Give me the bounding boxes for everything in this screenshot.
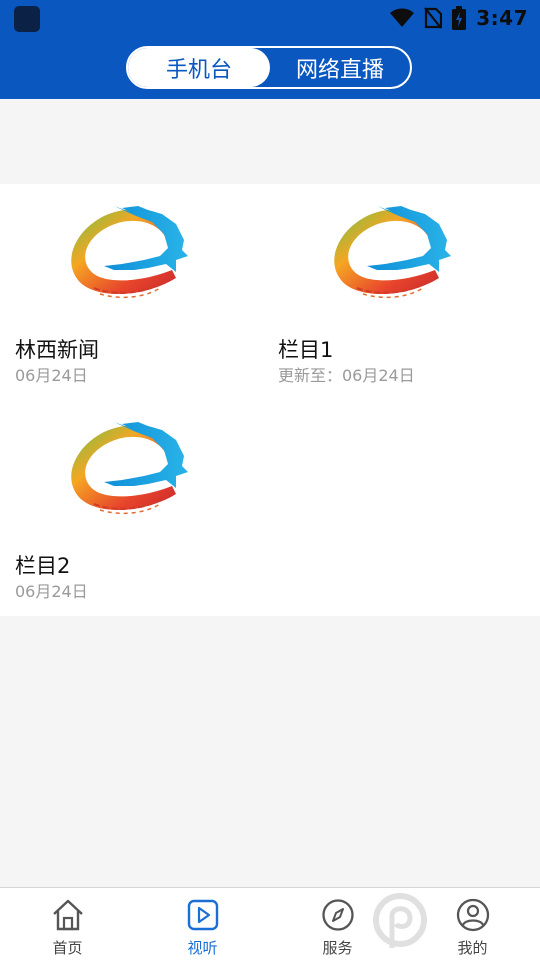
- status-bar: 3:47: [0, 0, 540, 36]
- status-icons: 3:47: [390, 4, 528, 32]
- segment-live-stream[interactable]: 网络直播: [270, 48, 410, 87]
- banner-placeholder: [0, 99, 540, 184]
- tab-services-label: 服务: [322, 939, 353, 957]
- station-logo-icon: [333, 205, 451, 299]
- program-title: 林西新闻: [15, 338, 99, 362]
- play-icon: [187, 899, 218, 931]
- bottom-tab-bar: 首页 视听 服务 我的: [0, 887, 540, 960]
- program-card[interactable]: 林西新闻 06月24日: [0, 184, 250, 400]
- battery-charging-icon: [452, 6, 467, 30]
- tab-profile-label: 我的: [457, 939, 488, 957]
- tab-home[interactable]: 首页: [0, 888, 135, 960]
- no-sim-icon: [424, 7, 443, 29]
- segment-mobile-tv[interactable]: 手机台: [128, 48, 270, 87]
- program-title: 栏目2: [15, 554, 71, 578]
- program-date: 更新至：06月24日: [278, 366, 415, 385]
- program-title: 栏目1: [278, 338, 334, 362]
- station-logo-icon: [70, 205, 188, 299]
- wifi-icon: [390, 8, 415, 27]
- station-logo-icon: [70, 421, 188, 515]
- tab-audiovisual-label: 视听: [187, 939, 218, 957]
- program-card[interactable]: 栏目1 更新至：06月24日: [263, 184, 513, 400]
- program-card[interactable]: 栏目2 06月24日: [0, 400, 250, 616]
- home-icon: [52, 899, 83, 931]
- tab-services[interactable]: 服务: [270, 888, 405, 960]
- program-grid: 林西新闻 06月24日 栏目1 更新至：06月24日 栏目2 06月24日: [0, 184, 540, 616]
- tab-audiovisual[interactable]: 视听: [135, 888, 270, 960]
- user-icon: [456, 898, 489, 932]
- channel-segmented-control: 手机台 网络直播: [126, 46, 412, 89]
- app-header: 3:47 手机台 网络直播: [0, 0, 540, 99]
- app-icon: [14, 6, 40, 32]
- tab-home-label: 首页: [52, 939, 83, 957]
- compass-icon: [321, 899, 354, 931]
- program-date: 06月24日: [15, 366, 88, 385]
- clock-time: 3:47: [476, 6, 528, 30]
- program-date: 06月24日: [15, 582, 88, 601]
- tab-profile[interactable]: 我的: [405, 888, 540, 960]
